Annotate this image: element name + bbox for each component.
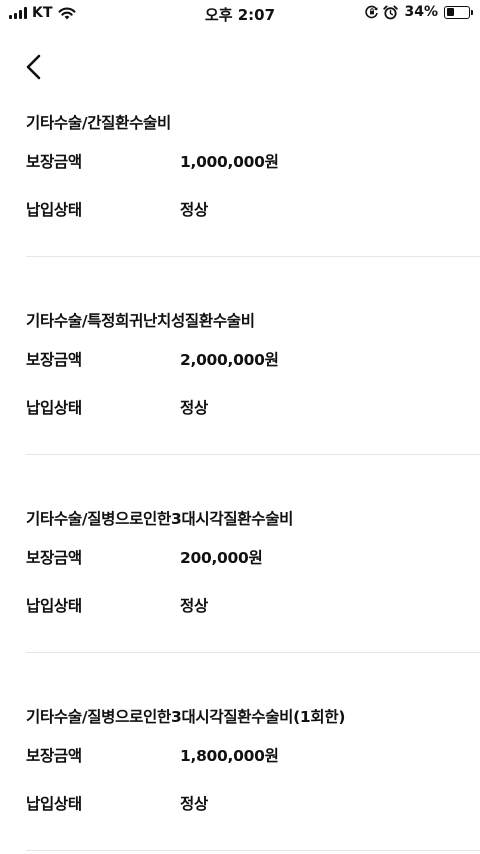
coverage-amount-label: 보장금액: [26, 153, 82, 171]
coverage-amount-label: 보장금액: [26, 747, 82, 765]
payment-status-label: 납입상태: [26, 597, 82, 615]
payment-status-label: 납입상태: [26, 795, 82, 813]
status-right: 34%: [365, 4, 473, 20]
alarm-icon: [383, 5, 399, 20]
battery-icon: [444, 5, 473, 19]
coverage-amount-value: 1,800,000원: [180, 747, 279, 765]
payment-status-value: 정상: [180, 399, 208, 417]
coverage-amount-label: 보장금액: [26, 549, 82, 567]
coverage-title: 기타수술/질병으로인한3대시각질환수술비: [26, 510, 294, 528]
payment-status-label: 납입상태: [26, 399, 82, 417]
divider: [26, 256, 480, 257]
payment-status-value: 정상: [180, 201, 208, 219]
coverage-title: 기타수술/질병으로인한3대시각질환수술비(1회한): [26, 708, 346, 726]
coverage-amount-value: 1,000,000원: [180, 153, 279, 171]
coverage-amount-label: 보장금액: [26, 351, 82, 369]
coverage-amount-value: 2,000,000원: [180, 351, 279, 369]
status-bar: KT 오후 2:07 34%: [0, 0, 480, 28]
coverage-title: 기타수술/특정희귀난치성질환수술비: [26, 312, 255, 330]
divider: [26, 850, 480, 851]
battery-percent: 34%: [404, 4, 438, 20]
payment-status-value: 정상: [180, 795, 208, 813]
orientation-lock-icon: [365, 5, 379, 19]
payment-status-value: 정상: [180, 597, 208, 615]
divider: [26, 652, 480, 653]
chevron-left-icon: [26, 54, 41, 80]
divider: [26, 454, 480, 455]
back-button[interactable]: [18, 50, 52, 84]
payment-status-label: 납입상태: [26, 201, 82, 219]
coverage-title: 기타수술/간질환수술비: [26, 114, 171, 132]
coverage-amount-value: 200,000원: [180, 549, 263, 567]
